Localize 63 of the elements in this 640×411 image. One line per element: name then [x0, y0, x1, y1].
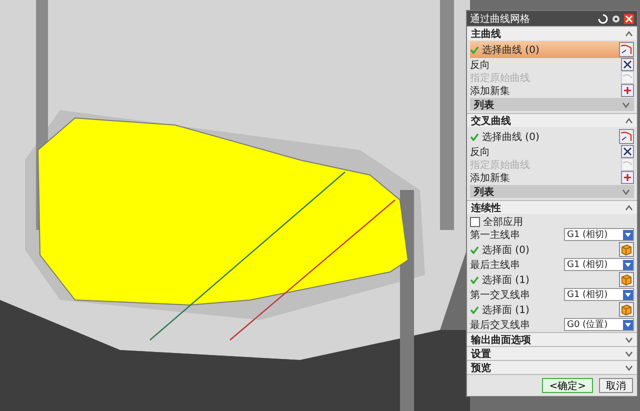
close-icon[interactable]: [624, 14, 634, 24]
cube-icon[interactable]: [619, 242, 634, 257]
row-label: 第一交叉线串: [470, 288, 531, 302]
settings-icon[interactable]: [611, 14, 621, 24]
reset-icon[interactable]: [598, 14, 608, 24]
select-face-row[interactable]: 选择面 (1): [470, 301, 634, 318]
add-row[interactable]: 添加新集: [470, 84, 634, 97]
row-label: 添加新集: [470, 84, 511, 98]
section-header[interactable]: 设置: [467, 346, 637, 360]
row-label: 反向: [470, 146, 491, 158]
continuity-dropdown[interactable]: G0 (位置): [564, 318, 634, 331]
row-label: 列表: [474, 98, 495, 112]
add-icon[interactable]: [621, 84, 634, 97]
section-header[interactable]: 交叉曲线: [467, 113, 637, 127]
dialog-title: 通过曲线网格: [470, 12, 530, 26]
row-label: 选择面 (1): [482, 304, 530, 316]
dropdown-arrow-icon: [623, 230, 633, 240]
continuity-dropdown[interactable]: G1 (相切): [564, 288, 634, 301]
chevron-icon: [625, 118, 633, 124]
row-label: 选择面 (0): [482, 244, 530, 256]
list-subsection[interactable]: 列表: [470, 185, 634, 198]
row-label: 最后主线串: [470, 258, 521, 272]
dropdown-arrow-icon: [623, 260, 633, 270]
row-label: 列表: [474, 186, 495, 198]
list-subsection[interactable]: 列表: [470, 98, 634, 111]
add-row[interactable]: 添加新集: [470, 171, 634, 184]
row-label: 选择曲线 (0): [482, 44, 540, 56]
row-label: 指定原始曲线: [470, 158, 531, 172]
add-icon[interactable]: [621, 171, 634, 184]
chevron-icon: [625, 30, 633, 36]
section-header[interactable]: 预览: [467, 360, 637, 374]
dialog-button[interactable]: 取消: [599, 378, 633, 393]
reverse-row[interactable]: 反向: [470, 58, 634, 71]
section-header[interactable]: 连续性: [467, 200, 637, 214]
row-label: 最后交叉线串: [470, 318, 531, 332]
section-header[interactable]: 输出曲面选项: [467, 332, 637, 346]
chevron-icon: [622, 102, 630, 108]
row-label: 选择面 (1): [482, 274, 530, 286]
dialog-button[interactable]: <确定>: [542, 378, 593, 393]
continuity-dropdown[interactable]: G1 (相切): [564, 228, 634, 241]
select-face-row[interactable]: 选择面 (0): [470, 241, 634, 258]
select-face-row[interactable]: 选择面 (1): [470, 271, 634, 288]
cube-icon[interactable]: [619, 302, 634, 317]
continuity-dropdown[interactable]: G1 (相切): [564, 258, 634, 271]
select-curve-row[interactable]: 选择曲线 (0): [470, 41, 634, 58]
chevron-icon: [625, 204, 633, 210]
checkbox[interactable]: [470, 216, 480, 226]
checkbox-label: 全部应用: [483, 216, 524, 228]
row-label: 指定原始曲线: [470, 72, 531, 84]
checkbox-row[interactable]: 全部应用: [470, 215, 634, 228]
row-label: 第一主线串: [470, 228, 521, 242]
curve-select-icon[interactable]: [619, 42, 634, 57]
dropdown-arrow-icon: [623, 290, 633, 300]
chevron-icon: [622, 188, 630, 194]
select-curve-row[interactable]: 选择曲线 (0): [470, 128, 634, 145]
section-header[interactable]: 主曲线: [467, 26, 637, 40]
row-label: 反向: [470, 58, 491, 72]
cube-icon[interactable]: [619, 272, 634, 287]
row-label: 添加新集: [470, 172, 511, 184]
reverse-row[interactable]: 反向: [470, 145, 634, 158]
row-label: 选择曲线 (0): [482, 130, 540, 144]
dropdown-arrow-icon: [623, 320, 633, 330]
curve-select-icon[interactable]: [619, 129, 634, 144]
